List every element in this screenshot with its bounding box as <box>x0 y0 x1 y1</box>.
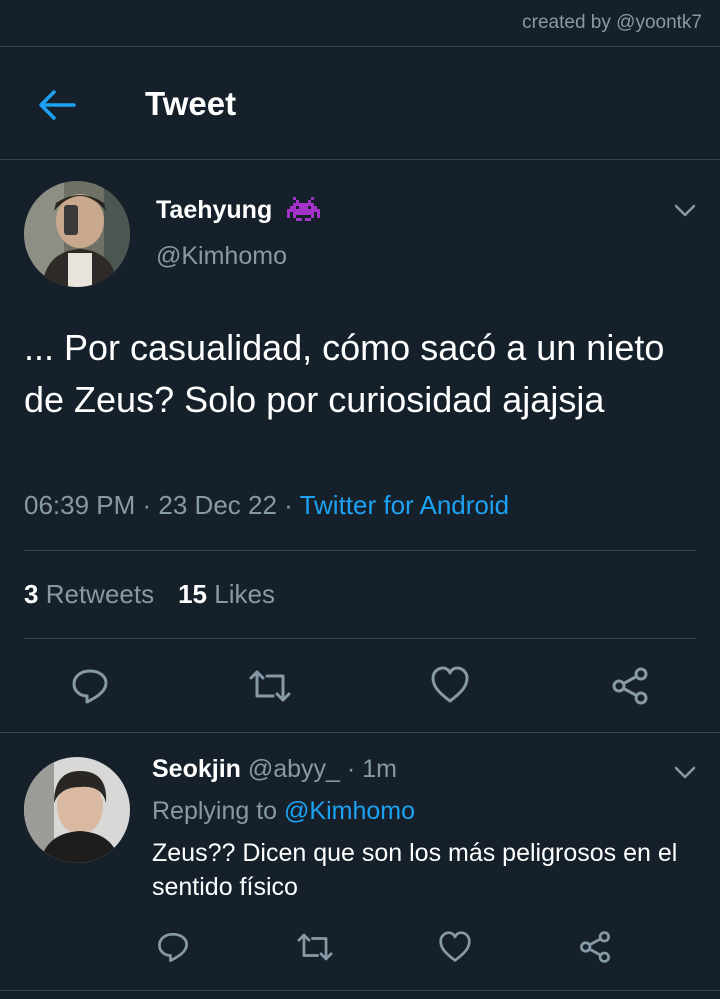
chevron-down-icon[interactable] <box>674 204 696 218</box>
reply-author-name[interactable]: Seokjin <box>152 755 241 783</box>
author-name[interactable]: Taehyung <box>156 196 272 225</box>
reply-header: Seokjin @abyy_ · 1m <box>152 755 397 784</box>
reply-retweet-icon[interactable] <box>295 930 335 964</box>
reply-icon[interactable] <box>70 666 110 706</box>
reply-share-icon[interactable] <box>578 930 612 964</box>
replying-to-mention[interactable]: @Kimhomo <box>284 797 415 825</box>
replying-to: Replying to @Kimhomo <box>152 797 415 826</box>
share-icon[interactable] <box>610 666 650 706</box>
reply-text: Zeus?? Dicen que son los más peligrosos … <box>152 839 678 901</box>
reply-avatar[interactable] <box>24 757 130 863</box>
back-arrow-icon[interactable] <box>36 87 76 123</box>
retweet-icon[interactable] <box>247 666 293 706</box>
tweet-stats: 3 Retweets 15 Likes <box>24 579 275 610</box>
meta-separator: · <box>276 490 300 520</box>
meta-separator: · <box>135 490 159 520</box>
top-app-bar: Tweet <box>0 46 720 160</box>
tweet-text: ... Por casualidad, cómo sacó a un nieto… <box>24 327 665 420</box>
retweets-stat[interactable]: 3 Retweets <box>24 579 154 609</box>
likes-count: 15 <box>178 579 208 609</box>
author-handle[interactable]: @Kimhomo <box>156 242 287 271</box>
reply-like-icon[interactable] <box>438 931 472 963</box>
tweet-time: 06:39 PM <box>24 490 136 520</box>
divider <box>24 638 696 639</box>
replying-to-label: Replying to <box>152 797 278 825</box>
reply-time: 1m <box>362 755 397 783</box>
reply-separator: · <box>339 755 363 783</box>
likes-label: Likes <box>214 579 275 609</box>
likes-stat[interactable]: 15 Likes <box>178 579 275 609</box>
retweets-count: 3 <box>24 579 39 609</box>
watermark: created by @yoontk7 <box>522 12 702 33</box>
author-avatar[interactable] <box>24 181 130 287</box>
page-title: Tweet <box>145 85 237 122</box>
like-icon[interactable] <box>430 666 470 704</box>
section-divider <box>0 732 720 733</box>
space-invader-icon <box>287 197 320 221</box>
tweet-source-link[interactable]: Twitter for Android <box>300 490 510 520</box>
reply-author-handle[interactable]: @abyy_ <box>248 755 340 783</box>
reply-reply-icon[interactable] <box>156 930 190 964</box>
reply-chevron-down-icon[interactable] <box>674 766 696 780</box>
tweet-meta: 06:39 PM · 23 Dec 22 · Twitter for Andro… <box>24 490 509 521</box>
section-divider <box>0 990 720 991</box>
tweet-date: 23 Dec 22 <box>158 490 277 520</box>
retweets-label: Retweets <box>45 579 155 609</box>
divider <box>24 550 696 551</box>
